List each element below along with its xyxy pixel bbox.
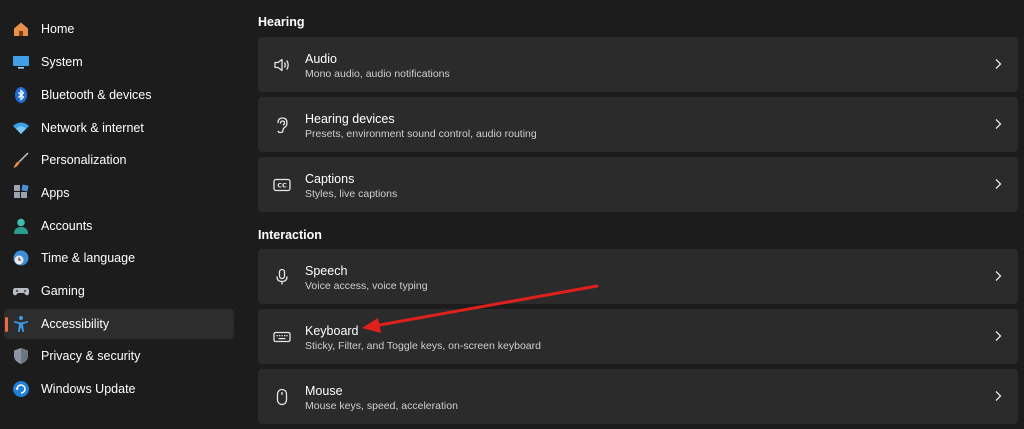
card-audio[interactable]: Audio Mono audio, audio notifications bbox=[258, 37, 1018, 92]
speaker-icon bbox=[272, 55, 292, 75]
ear-icon bbox=[272, 115, 292, 135]
sidebar-item-gaming[interactable]: Gaming bbox=[4, 276, 234, 306]
mouse-icon bbox=[272, 387, 292, 407]
captions-icon: CC bbox=[272, 175, 292, 195]
card-mouse[interactable]: Mouse Mouse keys, speed, acceleration bbox=[258, 369, 1018, 424]
card-speech[interactable]: Speech Voice access, voice typing bbox=[258, 249, 1018, 304]
chevron-right-icon bbox=[992, 57, 1004, 71]
chevron-right-icon bbox=[992, 389, 1004, 403]
sidebar-item-accounts[interactable]: Accounts bbox=[4, 211, 234, 241]
card-hearing-devices[interactable]: Hearing devices Presets, environment sou… bbox=[258, 97, 1018, 152]
chevron-right-icon bbox=[992, 269, 1004, 283]
gamepad-icon bbox=[12, 282, 30, 300]
globe-clock-icon bbox=[12, 249, 30, 267]
sidebar-item-label: Accounts bbox=[41, 219, 93, 233]
section-title-hearing: Hearing bbox=[258, 15, 305, 29]
card-subtitle: Styles, live captions bbox=[305, 188, 398, 200]
card-captions[interactable]: CC Captions Styles, live captions bbox=[258, 157, 1018, 212]
section-title-interaction: Interaction bbox=[258, 228, 322, 242]
update-icon bbox=[12, 380, 30, 398]
card-title: Speech bbox=[305, 264, 348, 278]
sidebar-item-time-language[interactable]: Time & language bbox=[4, 243, 234, 273]
apps-icon bbox=[12, 184, 30, 202]
sidebar-item-label: Apps bbox=[41, 186, 70, 200]
sidebar-item-accessibility[interactable]: Accessibility bbox=[4, 309, 234, 339]
card-subtitle: Mono audio, audio notifications bbox=[305, 68, 450, 80]
keyboard-icon bbox=[272, 327, 292, 347]
card-subtitle: Sticky, Filter, and Toggle keys, on-scre… bbox=[305, 340, 541, 352]
sidebar-item-label: Network & internet bbox=[41, 121, 144, 135]
accessibility-icon bbox=[12, 315, 30, 333]
monitor-icon bbox=[12, 53, 30, 71]
card-title: Keyboard bbox=[305, 324, 359, 338]
sidebar-item-label: Time & language bbox=[41, 251, 136, 265]
sidebar-item-network[interactable]: Network & internet bbox=[4, 113, 234, 143]
sidebar-item-apps[interactable]: Apps bbox=[4, 178, 234, 208]
sidebar-item-label: System bbox=[41, 55, 83, 69]
sidebar-item-label: Accessibility bbox=[41, 317, 110, 331]
card-title: Audio bbox=[305, 52, 337, 66]
chevron-right-icon bbox=[992, 117, 1004, 131]
card-keyboard[interactable]: Keyboard Sticky, Filter, and Toggle keys… bbox=[258, 309, 1018, 364]
sidebar-item-label: Home bbox=[41, 22, 75, 36]
wifi-icon bbox=[12, 119, 30, 137]
bluetooth-icon bbox=[12, 86, 30, 104]
chevron-right-icon bbox=[992, 329, 1004, 343]
shield-icon bbox=[12, 347, 30, 365]
sidebar-item-label: Privacy & security bbox=[41, 349, 141, 363]
card-subtitle: Voice access, voice typing bbox=[305, 280, 428, 292]
sidebar-item-label: Gaming bbox=[41, 284, 85, 298]
brush-icon bbox=[12, 151, 30, 169]
sidebar-item-label: Bluetooth & devices bbox=[41, 88, 152, 102]
home-icon bbox=[12, 20, 30, 38]
card-subtitle: Mouse keys, speed, acceleration bbox=[305, 400, 458, 412]
microphone-icon bbox=[272, 267, 292, 287]
sidebar-item-privacy-security[interactable]: Privacy & security bbox=[4, 341, 234, 371]
svg-text:CC: CC bbox=[277, 182, 287, 190]
sidebar-item-system[interactable]: System bbox=[4, 47, 234, 77]
sidebar-nav: Home System Bluetooth & devices Network … bbox=[0, 0, 242, 429]
sidebar-item-label: Personalization bbox=[41, 153, 127, 167]
card-subtitle: Presets, environment sound control, audi… bbox=[305, 128, 537, 140]
chevron-right-icon bbox=[992, 177, 1004, 191]
sidebar-item-label: Windows Update bbox=[41, 382, 136, 396]
sidebar-item-bluetooth-devices[interactable]: Bluetooth & devices bbox=[4, 80, 234, 110]
active-indicator bbox=[5, 317, 8, 332]
card-title: Hearing devices bbox=[305, 112, 395, 126]
sidebar-item-personalization[interactable]: Personalization bbox=[4, 145, 234, 175]
sidebar-item-home[interactable]: Home bbox=[4, 14, 234, 44]
card-title: Captions bbox=[305, 172, 355, 186]
person-icon bbox=[12, 217, 30, 235]
card-title: Mouse bbox=[305, 384, 343, 398]
settings-window: Home System Bluetooth & devices Network … bbox=[0, 0, 1024, 429]
sidebar-item-windows-update[interactable]: Windows Update bbox=[4, 374, 234, 404]
